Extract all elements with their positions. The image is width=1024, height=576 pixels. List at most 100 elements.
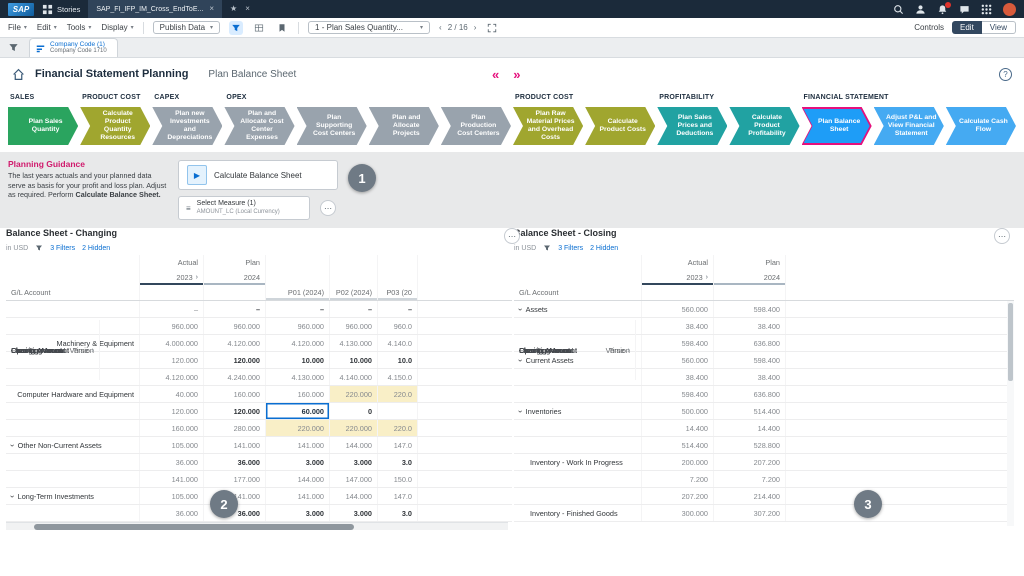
column-header-2023[interactable]: 2023›	[140, 270, 204, 285]
value-cell[interactable]: 60.000	[266, 403, 330, 419]
value-cell[interactable]: 36.000	[204, 454, 266, 470]
value-cell[interactable]: 144.000	[266, 471, 330, 487]
horizontal-scrollbar[interactable]	[6, 522, 508, 530]
value-cell[interactable]: 960.000	[204, 318, 266, 334]
value-cell[interactable]: 38.400	[714, 369, 786, 385]
value-cell[interactable]: 120.000	[140, 403, 204, 419]
menu-display[interactable]: Display▾	[101, 23, 133, 32]
column-header-2023[interactable]: 2023›	[642, 270, 714, 285]
value-cell[interactable]: 120.000	[140, 352, 204, 368]
flow-step-chevron[interactable]: Plan Supporting Cost Centers	[297, 107, 367, 145]
calculate-balance-sheet-button[interactable]: ▶ Calculate Balance Sheet	[178, 160, 338, 190]
value-cell[interactable]: 105.000	[140, 488, 204, 504]
column-header-2024[interactable]: 2024	[204, 270, 266, 285]
value-cell[interactable]: 160.000	[204, 386, 266, 402]
select-measure-dropdown[interactable]: ≡ Select Measure (1) AMOUNT_LC (Local Cu…	[178, 196, 310, 220]
fullscreen-icon[interactable]	[485, 21, 499, 35]
vertical-scrollbar[interactable]	[1007, 301, 1014, 526]
value-cell[interactable]: 598.400	[714, 301, 786, 317]
close-icon[interactable]: ×	[209, 5, 214, 13]
drill-icon[interactable]: ›	[196, 274, 198, 281]
menu-edit[interactable]: Edit▾	[37, 23, 57, 32]
flow-step-chevron[interactable]: Plan Raw Material Prices and Overhead Co…	[513, 107, 583, 145]
column-header-p01[interactable]: P01 (2024)	[266, 285, 330, 300]
value-cell[interactable]: 38.400	[642, 369, 714, 385]
value-cell[interactable]: 0	[330, 403, 378, 419]
prev-page-icon[interactable]: ‹	[439, 23, 442, 32]
value-cell[interactable]: 14.400	[642, 420, 714, 436]
chat-icon[interactable]	[959, 4, 970, 15]
value-cell[interactable]: 36.000	[140, 454, 204, 470]
value-cell[interactable]: 300.000	[642, 505, 714, 521]
value-cell[interactable]: 10.000	[266, 352, 330, 368]
value-cell[interactable]: –	[266, 301, 330, 317]
filter-settings-icon[interactable]	[8, 42, 19, 53]
value-cell[interactable]: –	[330, 301, 378, 317]
next-arrow-icon[interactable]: »	[513, 67, 520, 82]
filter-icon[interactable]	[35, 244, 43, 252]
view-mode-button[interactable]: View	[982, 21, 1016, 34]
filter-icon[interactable]	[543, 244, 551, 252]
value-cell[interactable]: 38.400	[642, 318, 714, 334]
previous-arrow-icon[interactable]: «	[492, 67, 499, 82]
controls-button[interactable]: Controls	[914, 23, 944, 32]
value-cell[interactable]: 4.130.000	[330, 335, 378, 351]
value-cell[interactable]: 220.000	[330, 420, 378, 436]
flow-step-chevron[interactable]: Plan Production Cost Centers	[441, 107, 511, 145]
value-cell[interactable]: 636.800	[714, 335, 786, 351]
edit-mode-button[interactable]: Edit	[952, 21, 982, 34]
more-options-button[interactable]: ⋯	[994, 228, 1010, 244]
value-cell[interactable]: 280.000	[204, 420, 266, 436]
hidden-link[interactable]: 2 Hidden	[590, 245, 618, 252]
user-icon[interactable]	[915, 4, 926, 15]
value-cell[interactable]: 4.140.000	[330, 369, 378, 385]
value-cell[interactable]: 960.000	[330, 318, 378, 334]
value-cell[interactable]: 220.000	[330, 386, 378, 402]
value-cell[interactable]: 177.000	[204, 471, 266, 487]
home-icon[interactable]	[12, 68, 25, 81]
flow-step-chevron[interactable]: Plan and Allocate Projects	[369, 107, 439, 145]
avatar[interactable]	[1003, 3, 1016, 16]
flow-step-chevron[interactable]: Plan Sales Prices and Deductions	[657, 107, 727, 145]
gl-account-expandable[interactable]: ›Other Non-Current Assets	[6, 437, 140, 453]
value-cell[interactable]: 3.000	[330, 454, 378, 470]
apps-grid-icon[interactable]	[981, 4, 992, 15]
table-view-icon[interactable]	[252, 21, 266, 35]
hidden-link[interactable]: 2 Hidden	[82, 245, 110, 252]
value-cell[interactable]: 3.000	[266, 505, 330, 521]
flow-step-chevron[interactable]: Plan Balance Sheet	[804, 109, 870, 143]
flow-step-chevron[interactable]: Plan Sales Quantity	[8, 107, 78, 145]
value-cell[interactable]: 4.150.0	[378, 369, 418, 385]
story-tab[interactable]: SAP_FI_IFP_IM_Cross_EndToE... ×	[88, 0, 222, 18]
value-cell[interactable]: 120.000	[204, 403, 266, 419]
value-cell[interactable]: 4.240.000	[204, 369, 266, 385]
filter-icon[interactable]	[229, 21, 243, 35]
flow-step-chevron[interactable]: Plan and Allocate Cost Center Expenses	[224, 107, 294, 145]
value-cell[interactable]: 960.000	[140, 318, 204, 334]
notifications-bell-icon[interactable]	[937, 4, 948, 15]
search-icon[interactable]	[893, 4, 904, 15]
value-cell[interactable]: 150.0	[378, 471, 418, 487]
value-cell[interactable]: 4.120.000	[140, 369, 204, 385]
value-cell[interactable]: 38.400	[714, 318, 786, 334]
value-cell[interactable]: 560.000	[642, 352, 714, 368]
gl-account-expandable[interactable]: ›Long-Term Investments	[6, 488, 140, 504]
value-cell[interactable]: 7.200	[642, 471, 714, 487]
scrollbar-thumb[interactable]	[34, 524, 354, 530]
publish-data-button[interactable]: Publish Data ▾	[153, 21, 220, 34]
value-cell[interactable]: 160.000	[140, 420, 204, 436]
value-cell[interactable]: 560.000	[642, 301, 714, 317]
scrollbar-thumb[interactable]	[1008, 303, 1013, 381]
flow-step-chevron[interactable]: Calculate Product Quantity Resources	[80, 107, 150, 145]
filters-link[interactable]: 3 Filters	[558, 245, 583, 252]
value-cell[interactable]: 636.800	[714, 386, 786, 402]
value-cell[interactable]: –	[378, 301, 418, 317]
value-cell[interactable]: 528.800	[714, 437, 786, 453]
favorite-star-icon[interactable]: ★	[230, 5, 237, 13]
value-cell[interactable]: 4.140.0	[378, 335, 418, 351]
gl-account-expandable[interactable]: ›Inventories	[514, 403, 642, 419]
value-cell[interactable]: 960.0	[378, 318, 418, 334]
bookmark-icon[interactable]	[275, 21, 289, 35]
value-cell[interactable]: 10.000	[330, 352, 378, 368]
value-cell[interactable]: 3.000	[330, 505, 378, 521]
